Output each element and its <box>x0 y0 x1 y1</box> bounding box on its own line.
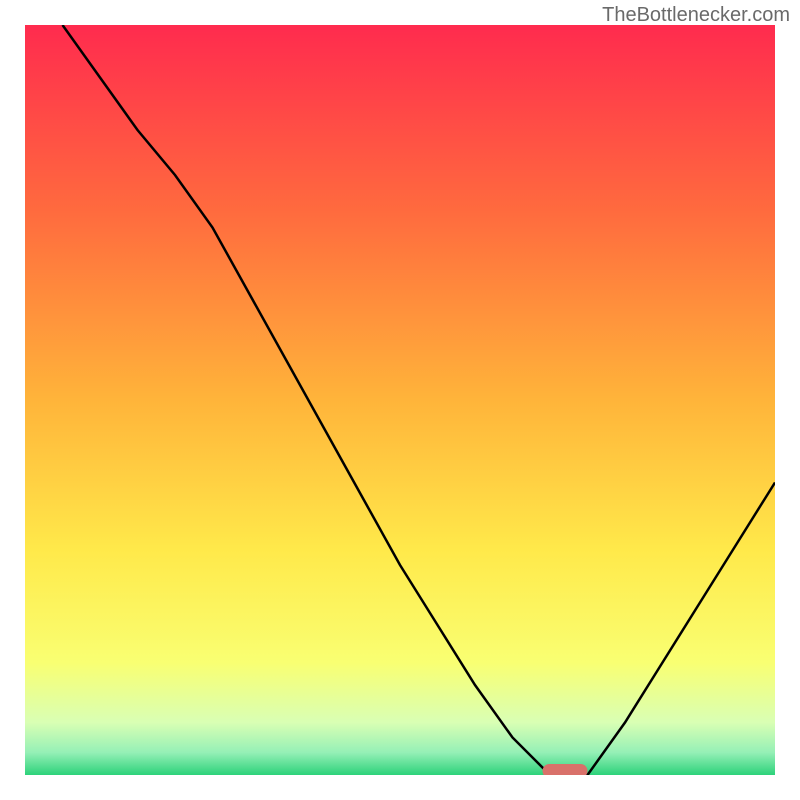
chart-svg <box>25 25 775 775</box>
chart-plot <box>25 25 775 775</box>
watermark-text: TheBottlenecker.com <box>602 4 790 27</box>
chart-marker <box>543 764 588 775</box>
